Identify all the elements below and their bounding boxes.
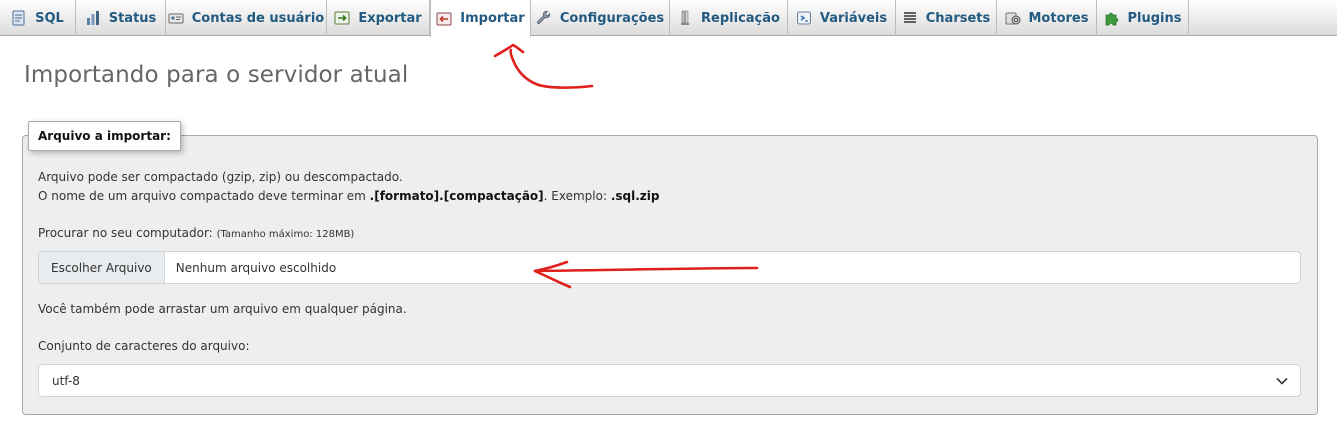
charset-select[interactable]: utf-8 bbox=[38, 364, 1301, 397]
browse-label-text: Procurar no seu computador: bbox=[38, 226, 213, 240]
red-arrow-to-import-tab bbox=[493, 43, 594, 89]
tab-replication[interactable]: Replicação bbox=[670, 0, 788, 36]
puzzle-icon bbox=[1104, 10, 1120, 26]
format-pattern: .[formato].[compactação] bbox=[369, 189, 544, 203]
browse-label: Procurar no seu computador: (Tamanho máx… bbox=[38, 226, 354, 240]
charset-label: Conjunto de caracteres do arquivo: bbox=[38, 339, 250, 353]
compression-info: Arquivo pode ser compactado (gzip, zip) … bbox=[38, 170, 403, 184]
tab-label: SQL bbox=[35, 10, 64, 26]
tab-label: Charsets bbox=[925, 10, 991, 26]
fieldset-legend: Arquivo a importar: bbox=[28, 121, 181, 151]
tab-status[interactable]: Status bbox=[76, 0, 166, 36]
replication-icon bbox=[677, 10, 693, 26]
tab-settings[interactable]: Configurações bbox=[531, 0, 670, 36]
charset-selected-value: utf-8 bbox=[52, 373, 80, 388]
max-size-note: (Tamanho máximo: 128MB) bbox=[216, 229, 355, 240]
tab-label: Motores bbox=[1028, 10, 1089, 26]
chevron-down-icon bbox=[1276, 374, 1288, 388]
charsets-icon bbox=[902, 10, 918, 26]
choose-file-button[interactable]: Escolher Arquivo bbox=[39, 252, 165, 283]
wrench-icon bbox=[536, 10, 552, 26]
sql-icon bbox=[11, 10, 27, 26]
export-icon bbox=[334, 10, 350, 26]
engines-icon bbox=[1005, 10, 1021, 26]
info-text: . Exemplo: bbox=[543, 189, 611, 203]
tab-label: Contas de usuário bbox=[191, 10, 325, 26]
info-text: O nome de um arquivo compactado deve ter… bbox=[38, 189, 370, 203]
example-extension: .sql.zip bbox=[610, 189, 660, 203]
tab-label: Variáveis bbox=[819, 10, 888, 26]
import-icon bbox=[436, 11, 452, 27]
tab-import[interactable]: Importar bbox=[430, 0, 531, 37]
tab-label: Configurações bbox=[559, 10, 665, 26]
tab-label: Status bbox=[108, 10, 157, 26]
user-accounts-icon bbox=[168, 10, 184, 26]
status-chart-icon bbox=[85, 10, 101, 26]
tab-label: Exportar bbox=[358, 10, 422, 26]
tab-export[interactable]: Exportar bbox=[327, 0, 430, 36]
top-navigation-tabs: SQL Status Contas de usuário Exportar Im… bbox=[0, 0, 1337, 37]
tab-charsets[interactable]: Charsets bbox=[896, 0, 997, 36]
file-input[interactable]: Escolher Arquivo Nenhum arquivo escolhid… bbox=[38, 251, 1301, 284]
tab-label: Importar bbox=[460, 11, 525, 26]
compression-filename-info: O nome de um arquivo compactado deve ter… bbox=[38, 189, 659, 203]
tab-label: Replicação bbox=[701, 10, 780, 26]
file-status: Nenhum arquivo escolhido bbox=[175, 260, 337, 275]
variables-icon bbox=[796, 10, 812, 26]
tab-user-accounts[interactable]: Contas de usuário bbox=[166, 0, 327, 36]
tab-sql[interactable]: SQL bbox=[0, 0, 76, 36]
tab-variables[interactable]: Variáveis bbox=[788, 0, 896, 36]
drag-hint: Você também pode arrastar um arquivo em … bbox=[38, 302, 407, 316]
tab-label: Plugins bbox=[1127, 10, 1182, 26]
tab-plugins[interactable]: Plugins bbox=[1097, 0, 1189, 36]
tab-engines[interactable]: Motores bbox=[997, 0, 1097, 36]
page-title: Importando para o servidor atual bbox=[24, 62, 409, 88]
